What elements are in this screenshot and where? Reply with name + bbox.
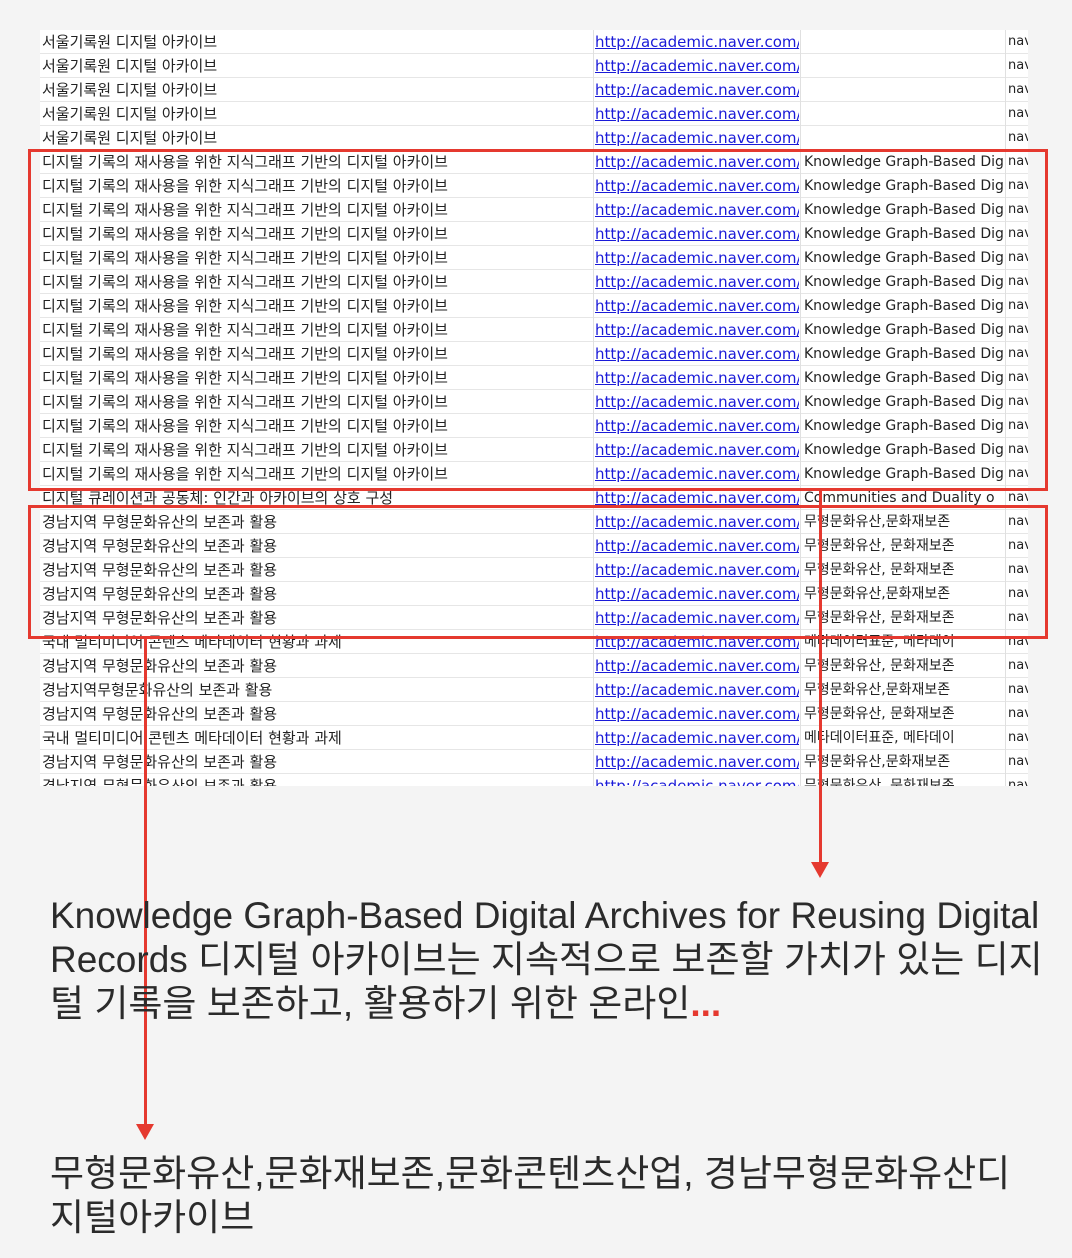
title-cell: 경남지역 무형문화유산의 보존과 활용 (42, 777, 278, 786)
url-link[interactable]: http://academic.naver.com/article.naver?… (593, 78, 799, 102)
url-link[interactable]: http://academic.naver.com/article.naver?… (593, 126, 799, 150)
source-cell: nav (1005, 750, 1028, 774)
title-cell: 서울기록원 디지털 아카이브 (42, 81, 218, 99)
table-row: 서울기록원 디지털 아카이브 http://academic.naver.com/… (40, 54, 1028, 78)
url-link[interactable]: http://academic.naver.com/article.naver?… (593, 102, 799, 126)
table-row: 서울기록원 디지털 아카이브 http://academic.naver.com/… (40, 30, 1028, 54)
connector-line-right (819, 491, 822, 863)
table-row: 경남지역 무형문화유산의 보존과 활용 http://academic.naver… (40, 774, 1028, 786)
table-row: 경남지역 무형문화유산의 보존과 활용 http://academic.naver… (40, 750, 1028, 774)
title-cell: 서울기록원 디지털 아카이브 (42, 33, 218, 51)
url-link[interactable]: http://academic.naver.com/ (593, 774, 799, 786)
arrow-down-icon (811, 862, 829, 878)
source-cell: nav (1005, 30, 1028, 54)
keyword-cell (800, 54, 1009, 78)
title-cell: 경남지역 무형문화유산의 보존과 활용 (42, 657, 278, 675)
source-cell: nav (1005, 78, 1028, 102)
keyword-cell: 무형문화유산, 문화재보존 (800, 774, 1009, 786)
keyword-cell: 무형문화유산,문화재보존 (800, 750, 1009, 774)
table-row: 경남지역 무형문화유산의 보존과 활용 http://academic.naver… (40, 654, 1028, 678)
connector-line-left (144, 639, 147, 1124)
url-link[interactable]: http://academic.naver.com/ (593, 750, 799, 774)
arrow-down-icon (136, 1124, 154, 1140)
source-cell: nav (1005, 702, 1028, 726)
callout-top-text: Knowledge Graph-Based Digital Archives f… (50, 894, 1050, 1026)
keyword-cell (800, 126, 1009, 150)
source-cell: nav (1005, 126, 1028, 150)
table-row: 경남지역 무형문화유산의 보존과 활용 http://academic.naver… (40, 702, 1028, 726)
source-cell: nav (1005, 102, 1028, 126)
table-row: 경남지역무형문화유산의 보존과 활용 http://academic.naver.… (40, 678, 1028, 702)
title-cell: 서울기록원 디지털 아카이브 (42, 129, 218, 147)
url-link[interactable]: http://academic.naver.com/ (593, 654, 799, 678)
callout-ellipsis[interactable]: ... (690, 983, 721, 1024)
keyword-cell: 무형문화유산,문화재보존 (800, 678, 1009, 702)
keyword-cell (800, 30, 1009, 54)
title-cell: 국내 멀티미디어 콘텐츠 메타데이터 현황과 과제 (42, 729, 342, 747)
title-cell: 경남지역 무형문화유산의 보존과 활용 (42, 753, 278, 771)
source-cell: nav (1005, 726, 1028, 750)
keyword-cell: 메타데이터표준, 메타데이 (800, 726, 1009, 750)
table-row: 서울기록원 디지털 아카이브 http://academic.naver.com/… (40, 102, 1028, 126)
keyword-cell: 무형문화유산, 문화재보존 (800, 702, 1009, 726)
keyword-cell (800, 102, 1009, 126)
table-row: 국내 멀티미디어 콘텐츠 메타데이터 현황과 과제 http://academic… (40, 726, 1028, 750)
url-link[interactable]: http://academic.naver.com/ (593, 726, 799, 750)
title-cell: 서울기록원 디지털 아카이브 (42, 57, 218, 75)
title-cell: 서울기록원 디지털 아카이브 (42, 105, 218, 123)
title-cell: 경남지역 무형문화유산의 보존과 활용 (42, 705, 278, 723)
source-cell: nav (1005, 678, 1028, 702)
keyword-cell: 무형문화유산, 문화재보존 (800, 654, 1009, 678)
highlight-box-gyeongnam (28, 505, 1048, 639)
callout-top-body: Knowledge Graph-Based Digital Archives f… (50, 895, 1043, 1024)
url-link[interactable]: http://academic.naver.com/article.naver?… (593, 54, 799, 78)
callout-bottom-text: 무형문화유산,문화재보존,문화콘텐츠산업, 경남무형문화유산디지털아카이브 (50, 1152, 1040, 1240)
url-link[interactable]: http://academic.naver.com/ (593, 678, 799, 702)
source-cell: nav (1005, 654, 1028, 678)
table-row: 서울기록원 디지털 아카이브 http://academic.naver.com/… (40, 78, 1028, 102)
table-row: 서울기록원 디지털 아카이브 http://academic.naver.com/… (40, 126, 1028, 150)
source-cell: nav (1005, 54, 1028, 78)
highlight-box-knowledge-graph (28, 149, 1048, 491)
callout-bottom-body: 무형문화유산,문화재보존,문화콘텐츠산업, 경남무형문화유산디지털아카이브 (50, 1153, 1011, 1238)
title-cell: 경남지역무형문화유산의 보존과 활용 (42, 681, 273, 699)
keyword-cell (800, 78, 1009, 102)
source-cell: nav (1005, 774, 1028, 786)
url-link[interactable]: http://academic.naver.com/ (593, 702, 799, 726)
url-link[interactable]: http://academic.naver.com/article.naver?… (593, 30, 799, 54)
